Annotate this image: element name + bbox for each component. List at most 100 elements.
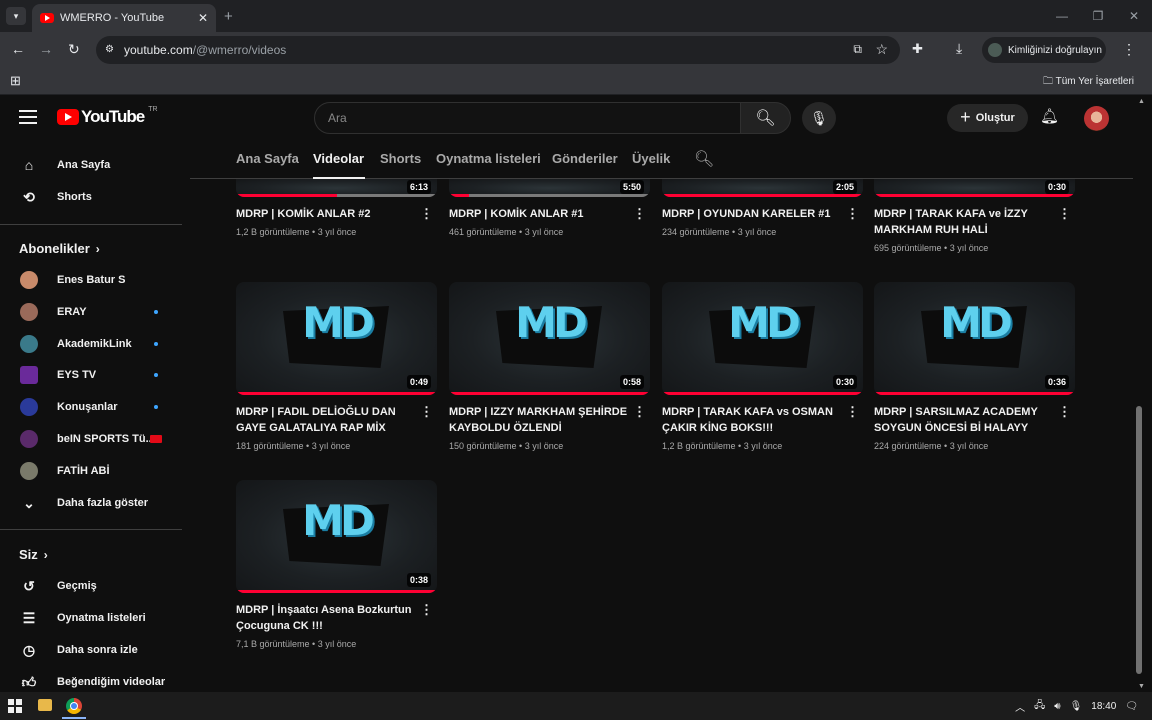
video-thumbnail[interactable]: MD 0:38 <box>236 480 437 593</box>
video-title[interactable]: MDRP | KOMİK ANLAR #1 <box>449 206 629 222</box>
sidebar-item-home[interactable]: ⌂ Ana Sayfa <box>0 149 182 181</box>
video-menu-icon[interactable]: ⋮ <box>420 602 433 618</box>
notifications-bell-icon[interactable]: 🔔︎ <box>1040 107 1059 125</box>
volume-icon[interactable]: 🔊︎ <box>1054 701 1060 712</box>
video-menu-icon[interactable]: ⋮ <box>1058 206 1071 222</box>
video-thumbnail[interactable]: MD 0:58 <box>449 282 650 395</box>
video-title[interactable]: MDRP | TARAK KAFA vs OSMAN ÇAKIR KİNG BO… <box>662 404 842 436</box>
tab-shorts[interactable]: Shorts <box>380 151 421 166</box>
sidebar-item-subscription[interactable]: beIN SPORTS Tü... <box>0 423 182 455</box>
minimize-button[interactable]: — <box>1044 0 1080 32</box>
address-bar[interactable]: ⚙ youtube.com/@wmerro/videos ⧉ ☆ <box>96 36 900 64</box>
video-menu-icon[interactable]: ⋮ <box>420 206 433 222</box>
you-heading[interactable]: Siz › <box>19 547 48 562</box>
download-icon[interactable]: ⤓ <box>956 40 962 57</box>
tab-close-icon[interactable]: ✕ <box>198 11 208 25</box>
microphone-tray-icon[interactable]: 🎙︎ <box>1070 701 1083 712</box>
scroll-down-arrow-icon[interactable]: ▼ <box>1138 683 1145 690</box>
notifications-icon[interactable]: 🗨︎ <box>1125 701 1138 712</box>
tab-home[interactable]: Ana Sayfa <box>236 151 299 166</box>
file-explorer-icon[interactable] <box>38 699 52 711</box>
search-button[interactable]: 🔍︎ <box>740 102 791 134</box>
video-card[interactable]: 6:13 MDRP | KOMİK ANLAR #2 ⋮ 1,2 B görün… <box>236 179 437 237</box>
sidebar-item-playlists[interactable]: ☰ Oynatma listeleri <box>0 602 182 634</box>
video-menu-icon[interactable]: ⋮ <box>633 206 646 222</box>
reload-icon[interactable]: ↻ <box>68 41 80 58</box>
video-menu-icon[interactable]: ⋮ <box>1058 404 1071 420</box>
video-thumbnail[interactable]: MD 0:49 <box>236 282 437 395</box>
page-scrollbar[interactable]: ▲ ▼ <box>1136 96 1152 692</box>
video-title[interactable]: MDRP | OYUNDAN KARELER #1 <box>662 206 842 222</box>
video-title[interactable]: MDRP | FADIL DELİOĞLU DAN GAYE GALATALIY… <box>236 404 416 436</box>
scroll-up-arrow-icon[interactable]: ▲ <box>1138 98 1145 105</box>
video-title[interactable]: MDRP | KOMİK ANLAR #2 <box>236 206 416 222</box>
tab-playlists[interactable]: Oynatma listeleri <box>436 151 541 166</box>
sidebar-item-history[interactable]: ↺ Geçmiş <box>0 570 182 602</box>
video-title[interactable]: MDRP | TARAK KAFA ve İZZY MARKHAM RUH HA… <box>874 206 1054 238</box>
sidebar-item-watch-later[interactable]: ◷ Daha sonra izle <box>0 634 182 666</box>
browser-menu-icon[interactable]: ⋮ <box>1122 41 1136 58</box>
video-thumbnail[interactable]: MD 0:30 <box>662 282 863 395</box>
search-input[interactable]: Ara <box>314 102 741 134</box>
clock[interactable]: 18:40 <box>1091 701 1116 712</box>
channel-search-icon[interactable]: 🔍︎ <box>694 149 714 169</box>
video-card[interactable]: MD 0:58 MDRP | IZZY MARKHAM ŞEHİRDE KAYB… <box>449 282 650 451</box>
site-settings-icon[interactable]: ⚙ <box>105 44 117 56</box>
video-card[interactable]: MD 0:36 MDRP | SARSILMAZ ACADEMY SOYGUN … <box>874 282 1075 451</box>
tab-videos[interactable]: Videolar <box>313 151 364 166</box>
video-card[interactable]: MD 0:30 MDRP | TARAK KAFA vs OSMAN ÇAKIR… <box>662 282 863 451</box>
sidebar-item-subscription[interactable]: EYS TV <box>0 359 182 391</box>
voice-search-button[interactable]: 🎙︎ <box>802 102 836 134</box>
sidebar-item-subscription[interactable]: Enes Batur S <box>0 264 182 296</box>
menu-hamburger-icon[interactable] <box>19 110 37 124</box>
install-app-icon[interactable]: ⧉ <box>853 42 862 57</box>
network-icon[interactable]: 🖧︎ <box>1034 698 1045 715</box>
video-thumbnail[interactable]: 0:30 <box>874 179 1075 197</box>
video-title[interactable]: MDRP | SARSILMAZ ACADEMY SOYGUN ÖNCESİ B… <box>874 404 1054 436</box>
sidebar-item-subscription[interactable]: ERAY <box>0 296 182 328</box>
extensions-icon[interactable]: ✚ <box>912 41 923 57</box>
video-card[interactable]: MD 0:49 MDRP | FADIL DELİOĞLU DAN GAYE G… <box>236 282 437 451</box>
chrome-taskbar-icon[interactable] <box>66 698 82 714</box>
sidebar-item-liked[interactable]: 👍︎ Beğendiğim videolar <box>0 666 182 692</box>
video-title[interactable]: MDRP | İnşaatcı Asena Bozkurtun Çocuguna… <box>236 602 416 634</box>
video-menu-icon[interactable]: ⋮ <box>420 404 433 420</box>
tray-chevron-up-icon[interactable]: ︿ <box>1015 699 1025 714</box>
tab-posts[interactable]: Gönderiler <box>552 151 618 166</box>
scrollbar-thumb[interactable] <box>1136 406 1142 674</box>
all-bookmarks-button[interactable]: 🗀 Tüm Yer İşaretleri <box>1043 74 1134 91</box>
video-card[interactable]: 0:30 MDRP | TARAK KAFA ve İZZY MARKHAM R… <box>874 179 1075 253</box>
sidebar-item-subscription[interactable]: FATİH ABİ <box>0 455 182 487</box>
video-card[interactable]: 5:50 MDRP | KOMİK ANLAR #1 ⋮ 461 görüntü… <box>449 179 650 237</box>
video-title[interactable]: MDRP | IZZY MARKHAM ŞEHİRDE KAYBOLDU ÖZL… <box>449 404 629 436</box>
browser-tab[interactable]: WMERRO - YouTube ✕ <box>32 4 216 32</box>
sidebar-item-subscription[interactable]: Konuşanlar <box>0 391 182 423</box>
video-menu-icon[interactable]: ⋮ <box>846 404 859 420</box>
account-avatar[interactable] <box>1084 106 1109 131</box>
video-thumbnail[interactable]: 6:13 <box>236 179 437 197</box>
video-thumbnail[interactable]: 5:50 <box>449 179 650 197</box>
sidebar-item-shorts[interactable]: ⟲ Shorts <box>0 181 182 213</box>
windows-start-icon[interactable] <box>8 699 22 713</box>
new-tab-button[interactable]: + <box>224 8 233 25</box>
back-icon[interactable]: ← <box>11 41 25 57</box>
subscriptions-heading[interactable]: Abonelikler › <box>19 241 100 256</box>
video-card[interactable]: 2:05 MDRP | OYUNDAN KARELER #1 ⋮ 234 gör… <box>662 179 863 237</box>
tab-search-button[interactable]: ▾ <box>6 7 26 25</box>
video-menu-icon[interactable]: ⋮ <box>846 206 859 222</box>
video-menu-icon[interactable]: ⋮ <box>633 404 646 420</box>
profile-button[interactable]: Kimliğinizi doğrulayın <box>982 37 1106 63</box>
video-thumbnail[interactable]: 2:05 <box>662 179 863 197</box>
sidebar-item-show-more[interactable]: ⌄ Daha fazla göster <box>0 487 182 519</box>
bookmark-star-icon[interactable]: ☆ <box>875 41 888 58</box>
create-button[interactable]: + Oluştur <box>947 104 1028 132</box>
forward-icon[interactable]: → <box>39 41 53 57</box>
apps-grid-icon[interactable]: ⊞ <box>10 73 21 89</box>
restore-button[interactable]: ❐ <box>1080 0 1116 32</box>
video-thumbnail[interactable]: MD 0:36 <box>874 282 1075 395</box>
sidebar-item-subscription[interactable]: AkademikLink <box>0 328 182 360</box>
tab-membership[interactable]: Üyelik <box>632 151 670 166</box>
youtube-logo[interactable]: YouTube TR <box>57 106 158 127</box>
close-window-button[interactable]: ✕ <box>1116 0 1152 32</box>
video-card[interactable]: MD 0:38 MDRP | İnşaatcı Asena Bozkurtun … <box>236 480 437 649</box>
